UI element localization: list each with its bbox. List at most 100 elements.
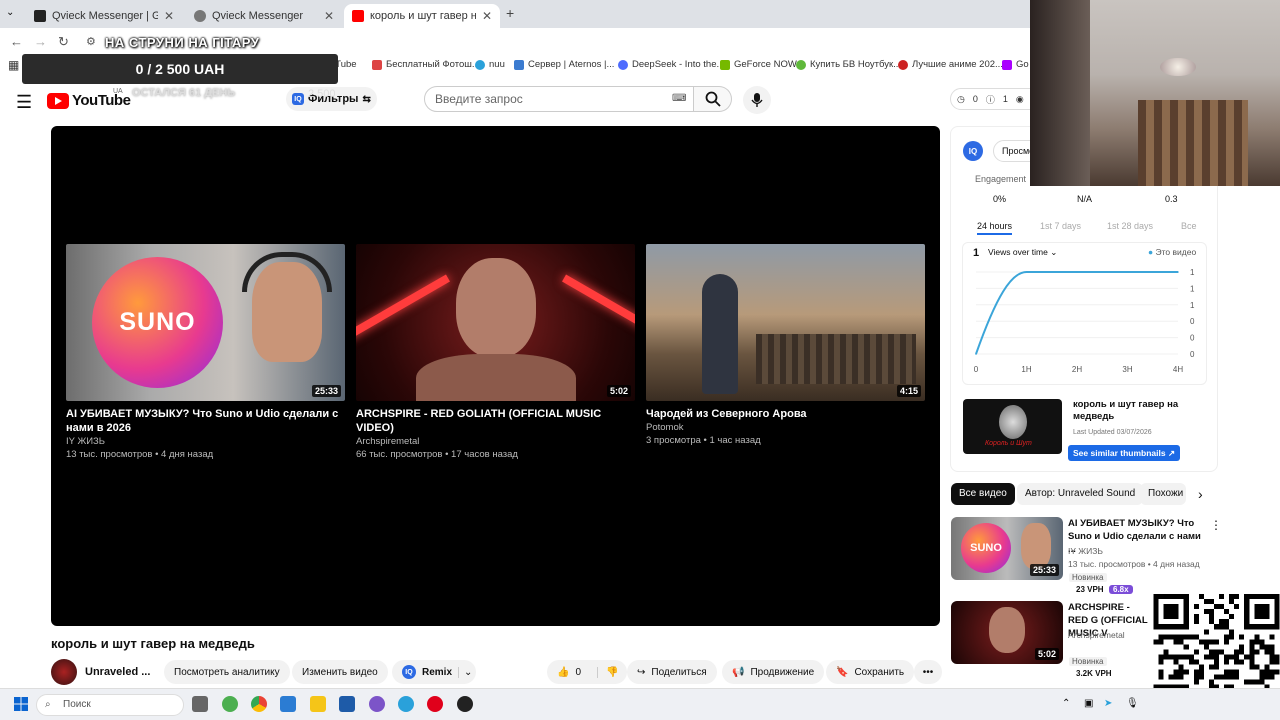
page-title: король и шут гавер на медведь — [51, 636, 255, 651]
task-view-icon[interactable] — [192, 696, 208, 712]
chevron-right-icon[interactable]: › — [1198, 486, 1203, 502]
bookmark[interactable]: Купить БВ Ноутбук... — [796, 59, 901, 70]
tray-app-icon[interactable]: ▣ — [1084, 698, 1093, 709]
avatar[interactable] — [51, 659, 77, 685]
bookmark[interactable]: Бесплатный Фотош... — [372, 59, 480, 70]
edit-video-button[interactable]: Изменить видео — [292, 660, 388, 684]
qr-module — [1274, 654, 1280, 660]
tab-list-icon[interactable]: ⌄ — [6, 7, 14, 18]
channel-name[interactable]: Unraveled ... — [85, 666, 150, 678]
qr-module — [1264, 644, 1270, 650]
y-tick-label: 0 — [1190, 334, 1195, 343]
analytics-button[interactable]: Посмотреть аналитику — [164, 660, 290, 684]
close-icon[interactable]: ✕ — [482, 9, 492, 23]
chip-author[interactable]: Автор: Unraveled Sound — [1017, 483, 1144, 505]
qr-module — [1219, 649, 1225, 655]
chevron-down-icon[interactable]: ⌄ — [458, 666, 472, 678]
close-icon[interactable]: ✕ — [324, 9, 334, 23]
remix-button[interactable]: IQ Remix ⌄ — [392, 660, 477, 684]
qr-module — [1203, 654, 1209, 660]
chrome-icon[interactable] — [251, 696, 267, 712]
bookmark[interactable]: nuu — [475, 59, 505, 70]
tab-youtube[interactable]: король и шут гавер на медведь ✕ — [344, 4, 500, 28]
range-tab-28d[interactable]: 1st 28 days — [1107, 221, 1153, 231]
like-icon[interactable]: 👍 — [557, 667, 569, 678]
channel-name[interactable]: Potomok — [646, 422, 925, 433]
opera-icon[interactable] — [427, 696, 443, 712]
taskbar-search[interactable]: ⌕ Поиск — [36, 694, 184, 716]
endscreen-card[interactable]: 4:15 Чародей из Северного Арова Potomok … — [646, 244, 925, 446]
forward-icon[interactable]: → — [34, 34, 47, 49]
range-tab-all[interactable]: Все — [1181, 221, 1197, 231]
qr-module — [1234, 669, 1240, 675]
chip-similar[interactable]: Похожи — [1140, 483, 1186, 505]
app-icon[interactable] — [339, 696, 355, 712]
select-label: Views over time — [988, 247, 1048, 257]
save-button[interactable]: 🔖 Сохранить — [826, 660, 915, 684]
bookmark[interactable]: Сервер | Aternos |... — [514, 59, 614, 70]
similar-thumbnails-button[interactable]: See similar thumbnails ↗ — [1068, 445, 1181, 461]
back-icon[interactable]: ← — [10, 34, 23, 49]
viber-icon[interactable] — [369, 696, 385, 712]
related-channel[interactable]: IY ЖИЗЬ — [1068, 546, 1103, 556]
share-button[interactable]: ↪ Поделиться — [627, 660, 717, 684]
insight-thumbnail[interactable]: Король и Шут — [963, 399, 1062, 454]
tray-chevron-icon[interactable]: ⌃ — [1062, 698, 1070, 709]
tray-mic-icon[interactable]: 🎙 — [1126, 698, 1139, 709]
video-title[interactable]: ARCHSPIRE - RED GOLIATH (OFFICIAL MUSIC … — [356, 407, 635, 435]
apps-grid-icon[interactable]: ▦ — [8, 58, 19, 72]
range-tab-24h[interactable]: 24 hours — [977, 221, 1013, 235]
tune-icon[interactable]: ⚙ — [86, 35, 96, 48]
search-button[interactable] — [694, 86, 732, 112]
vidiq-icon[interactable]: IQ — [963, 141, 983, 161]
chart-metric-select[interactable]: Views over time ⌄ — [988, 247, 1057, 258]
singer-head — [456, 258, 536, 358]
video-thumbnail: 5:02 — [356, 244, 635, 401]
qr-module — [1178, 634, 1184, 640]
chip-all-videos[interactable]: Все видео — [951, 483, 1015, 505]
voice-search-button[interactable] — [743, 86, 771, 114]
keyboard-icon[interactable]: ⌨ — [672, 93, 686, 104]
dislike-icon[interactable]: 👎 — [597, 666, 618, 678]
range-tab-7d[interactable]: 1st 7 days — [1040, 221, 1081, 231]
hamburger-menu-icon[interactable]: ☰ — [16, 92, 32, 113]
channel-name[interactable]: Archspiremetal — [356, 436, 635, 447]
tray-telegram-icon[interactable]: ➤ — [1104, 698, 1112, 709]
promote-button[interactable]: 📢 Продвижение — [722, 660, 825, 684]
qr-module — [1219, 619, 1225, 625]
folder-icon[interactable] — [310, 696, 326, 712]
more-actions-button[interactable]: ••• — [914, 660, 942, 684]
new-tab-button[interactable]: + — [506, 5, 514, 21]
duration-badge: 25:33 — [1029, 564, 1059, 576]
bookmark[interactable]: Go — [1002, 59, 1029, 70]
curtain — [1138, 100, 1248, 186]
bookmark[interactable]: GeForce NOW — [720, 59, 797, 70]
app-icon[interactable] — [222, 696, 238, 712]
obs-icon[interactable] — [457, 696, 473, 712]
search-input[interactable]: Введите запрос — [424, 86, 694, 112]
tab-messenger[interactable]: Qvieck Messenger ✕ — [186, 4, 342, 28]
qr-module — [1173, 639, 1179, 645]
bookmark[interactable]: DeepSeek - Into the... — [618, 59, 724, 70]
tab-ai-studio[interactable]: Qvieck Messenger | Google AI Studio ✕ — [26, 4, 182, 28]
related-thumbnail[interactable]: SUNO 25:33 — [951, 517, 1063, 580]
reload-icon[interactable]: ↻ — [58, 34, 69, 50]
related-channel[interactable]: Archspiremetal — [1068, 630, 1125, 640]
qr-module — [1259, 639, 1265, 645]
windows-start-icon[interactable] — [14, 697, 28, 711]
endscreen-card[interactable]: SUNO 25:33 AI УБИВАЕТ МУЗЫКУ? Что Suno и… — [66, 244, 345, 460]
qr-module — [1234, 604, 1240, 610]
related-thumbnail[interactable]: 5:02 — [951, 601, 1063, 664]
endscreen-card[interactable]: 5:02 ARCHSPIRE - RED GOLIATH (OFFICIAL M… — [356, 244, 635, 460]
clock-icon: ◷ — [957, 93, 965, 104]
video-title[interactable]: Чародей из Северного Арова — [646, 407, 925, 421]
channel-name[interactable]: IY ЖИЗЬ — [66, 436, 345, 447]
qr-module — [1224, 624, 1230, 630]
close-icon[interactable]: ✕ — [164, 9, 174, 23]
video-title[interactable]: AI УБИВАЕТ МУЗЫКУ? Что Suno и Udio сдела… — [66, 407, 345, 435]
bookmark[interactable]: Лучшие аниме 202... — [898, 59, 1003, 70]
vidiq-icon: IQ — [402, 665, 416, 679]
more-vert-icon[interactable]: ⋮ — [1210, 518, 1222, 532]
telegram-icon[interactable] — [398, 696, 414, 712]
vscode-icon[interactable] — [280, 696, 296, 712]
